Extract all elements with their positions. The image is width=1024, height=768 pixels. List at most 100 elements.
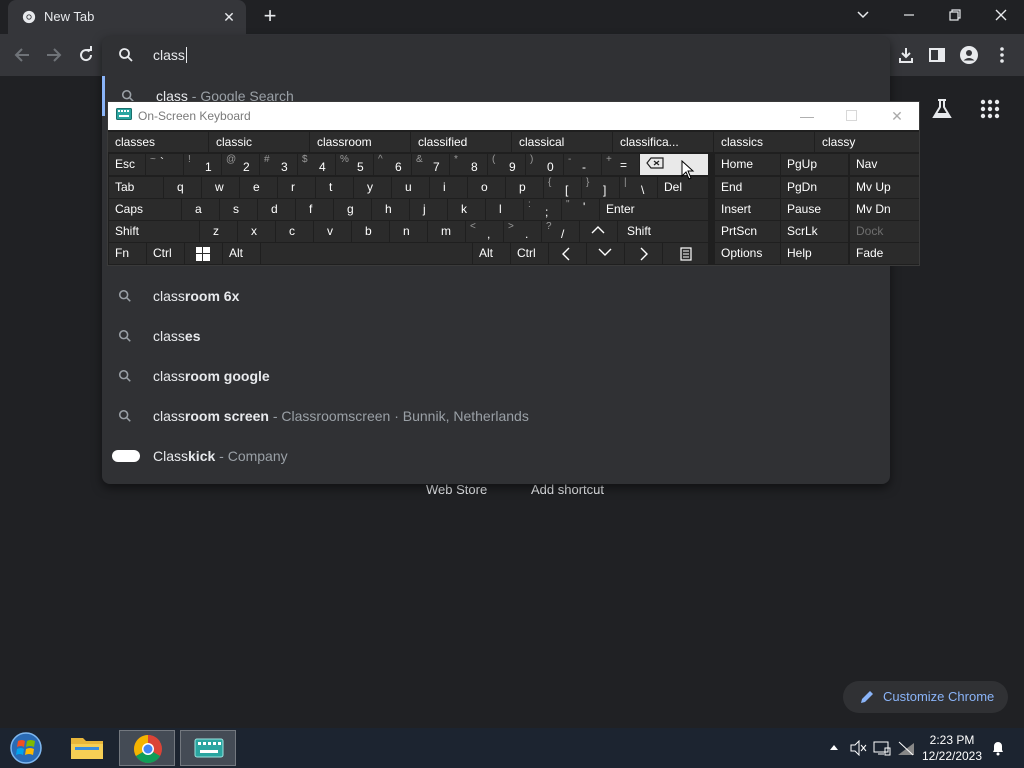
shortcut-add[interactable]: Add shortcut	[531, 482, 604, 497]
shortcut-web-store[interactable]: Web Store	[426, 482, 487, 497]
osk-close-icon[interactable]: ✕	[885, 106, 909, 126]
key-tilde[interactable]: ~ `	[146, 154, 183, 175]
key-esc[interactable]: Esc	[109, 154, 145, 175]
side-panel-icon[interactable]	[925, 43, 949, 67]
key-help[interactable]: Help	[781, 243, 848, 264]
key-dock[interactable]: Dock	[850, 221, 919, 242]
volume-muted-icon[interactable]	[849, 739, 867, 757]
taskbar-file-explorer[interactable]	[59, 730, 115, 766]
prediction-item[interactable]: classroom	[310, 132, 410, 152]
key-4[interactable]: $4	[298, 154, 335, 175]
display-icon[interactable]	[873, 740, 891, 756]
key-q[interactable]: q	[164, 177, 201, 198]
key-tab[interactable]: Tab	[109, 177, 163, 198]
notification-icon[interactable]	[989, 740, 1007, 756]
prediction-item[interactable]: classic	[209, 132, 309, 152]
prediction-item[interactable]: classy	[815, 132, 919, 152]
key-i[interactable]: i	[430, 177, 467, 198]
osk-title-bar[interactable]: On-Screen Keyboard — ✕	[108, 102, 919, 130]
suggestion-item[interactable]: classes	[102, 316, 890, 356]
key-v[interactable]: v	[314, 221, 351, 242]
key-close-bracket[interactable]: }]	[582, 177, 619, 198]
key-slash[interactable]: ? /	[542, 221, 579, 242]
key-fn[interactable]: Fn	[109, 243, 146, 264]
key-nav[interactable]: Nav	[850, 154, 919, 175]
key-o[interactable]: o	[468, 177, 505, 198]
key-mv-dn[interactable]: Mv Dn	[850, 199, 919, 220]
key-w[interactable]: w	[202, 177, 239, 198]
osk-maximize-icon[interactable]	[839, 106, 863, 126]
key-8[interactable]: * 8	[450, 154, 487, 175]
key-b[interactable]: b	[352, 221, 389, 242]
key-u[interactable]: u	[392, 177, 429, 198]
key-arrow-right[interactable]	[625, 243, 662, 264]
key-ctrl-left[interactable]: Ctrl	[147, 243, 184, 264]
tab-close-icon[interactable]: ✕	[220, 8, 238, 26]
key-del[interactable]: Del	[658, 177, 708, 198]
profile-icon[interactable]	[957, 43, 981, 67]
key-l[interactable]: l	[486, 199, 523, 220]
key-g[interactable]: g	[334, 199, 371, 220]
key-5[interactable]: % 5	[336, 154, 373, 175]
key-windows[interactable]	[185, 243, 222, 264]
key-p[interactable]: p	[506, 177, 543, 198]
suggestion-item[interactable]: classroom screen - Classroomscreen · Bun…	[102, 396, 890, 436]
key-alt-left[interactable]: Alt	[223, 243, 260, 264]
key-insert[interactable]: Insert	[715, 199, 780, 220]
key-9[interactable]: (9	[488, 154, 525, 175]
key-f[interactable]: f	[296, 199, 333, 220]
key-a[interactable]: a	[182, 199, 219, 220]
key-mv-up[interactable]: Mv Up	[850, 177, 919, 198]
new-tab-button[interactable]: +	[258, 5, 282, 29]
prediction-item[interactable]: classes	[108, 132, 208, 152]
key-minus[interactable]: --	[564, 154, 601, 175]
key-pause[interactable]: Pause	[781, 199, 848, 220]
start-button[interactable]	[8, 731, 44, 765]
key-open-bracket[interactable]: {[	[544, 177, 581, 198]
prediction-item[interactable]: classical	[512, 132, 612, 152]
key-prtscn[interactable]: PrtScn	[715, 221, 780, 242]
omnibox-text[interactable]: class	[153, 47, 187, 63]
suggestion-item[interactable]: classroom 6x	[102, 276, 890, 316]
key-alt-right[interactable]: Alt	[473, 243, 510, 264]
key-fade[interactable]: Fade	[850, 243, 919, 264]
key-space[interactable]	[261, 243, 472, 264]
key-t[interactable]: t	[316, 177, 353, 198]
minimize-icon[interactable]	[894, 4, 924, 26]
prediction-item[interactable]: classified	[411, 132, 511, 152]
reload-icon[interactable]	[74, 43, 98, 67]
key-equals[interactable]: + =	[602, 154, 639, 175]
key-ctrl-right[interactable]: Ctrl	[511, 243, 548, 264]
prediction-item[interactable]: classics	[714, 132, 814, 152]
key-c[interactable]: c	[276, 221, 313, 242]
key-y[interactable]: y	[354, 177, 391, 198]
key-arrow-down[interactable]	[587, 243, 624, 264]
forward-icon[interactable]	[42, 43, 66, 67]
key-comma[interactable]: <,	[466, 221, 503, 242]
omnibox-input[interactable]: class	[102, 36, 890, 74]
close-window-icon[interactable]	[986, 4, 1016, 26]
key-shift-left[interactable]: Shift	[109, 221, 199, 242]
customize-chrome-button[interactable]: Customize Chrome	[843, 681, 1008, 713]
key-pgdn[interactable]: PgDn	[781, 177, 848, 198]
key-period[interactable]: >.	[504, 221, 541, 242]
key-k[interactable]: k	[448, 199, 485, 220]
key-end[interactable]: End	[715, 177, 780, 198]
key-d[interactable]: d	[258, 199, 295, 220]
key-home[interactable]: Home	[715, 154, 780, 175]
key-shift-right[interactable]: Shift	[618, 221, 708, 242]
menu-icon[interactable]	[990, 43, 1014, 67]
key-backslash[interactable]: | \	[620, 177, 657, 198]
key-3[interactable]: #3	[260, 154, 297, 175]
prediction-item[interactable]: classifica...	[613, 132, 713, 152]
key-2[interactable]: @2	[222, 154, 259, 175]
key-x[interactable]: x	[238, 221, 275, 242]
key-semicolon[interactable]: :;	[524, 199, 561, 220]
key-n[interactable]: n	[390, 221, 427, 242]
key-j[interactable]: j	[410, 199, 447, 220]
taskbar-clock[interactable]: 2:23 PM 12/22/2023	[916, 732, 988, 764]
key-quote[interactable]: " '	[562, 199, 599, 220]
suggestion-item[interactable]: Classkick - Company	[102, 436, 890, 476]
key-backspace[interactable]	[640, 154, 708, 175]
key-m[interactable]: m	[428, 221, 465, 242]
